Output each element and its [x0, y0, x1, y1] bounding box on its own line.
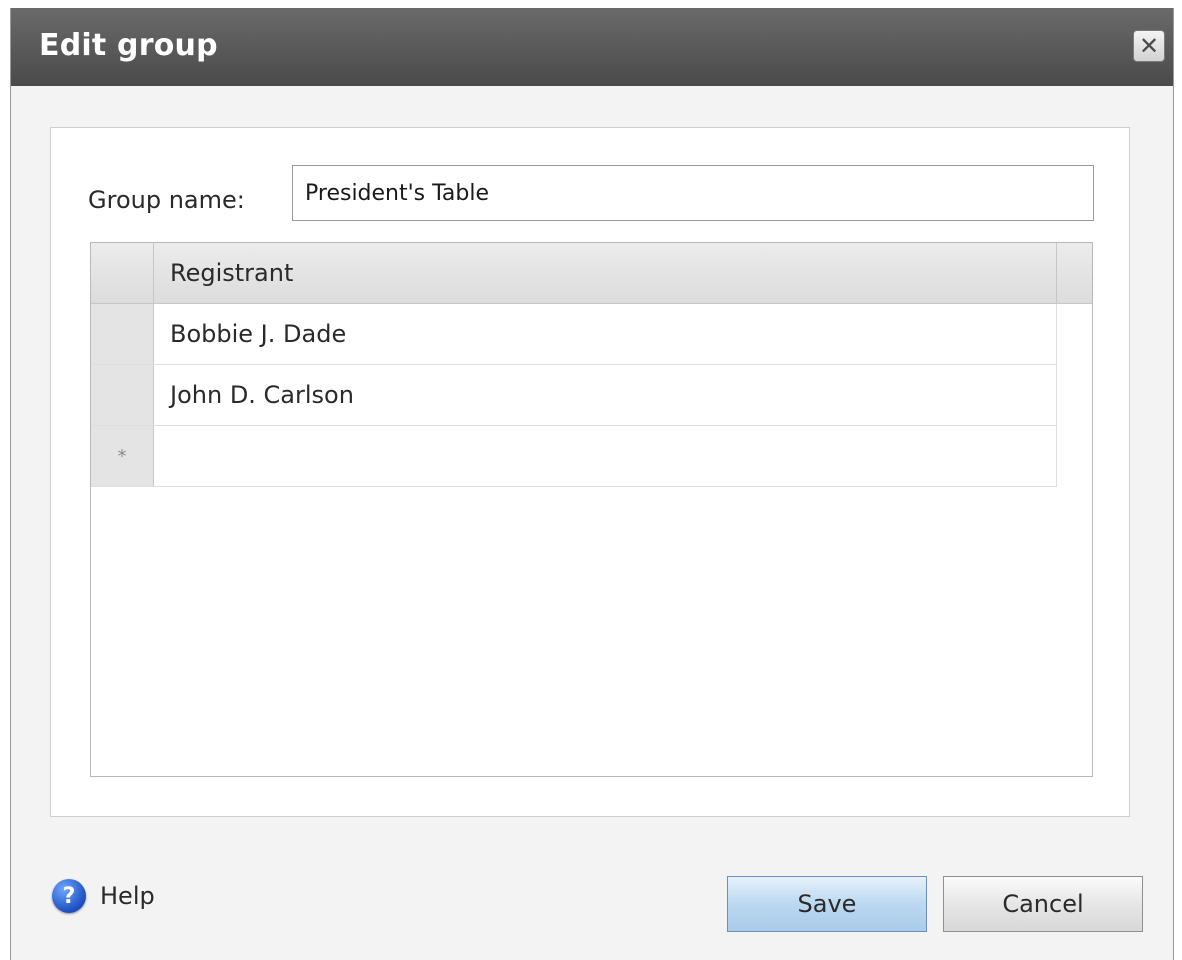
row-selector-header[interactable]: [91, 243, 154, 303]
table-row[interactable]: John D. Carlson: [91, 365, 1057, 426]
group-name-label: Group name:: [88, 186, 245, 214]
dialog-title: Edit group: [39, 28, 218, 63]
registrant-cell[interactable]: John D. Carlson: [154, 365, 1057, 425]
save-button[interactable]: Save: [727, 876, 927, 932]
help-icon: ?: [52, 879, 86, 913]
column-header-registrant[interactable]: Registrant: [154, 243, 1057, 303]
cancel-button[interactable]: Cancel: [943, 876, 1143, 932]
row-selector[interactable]: [91, 304, 154, 364]
group-name-input[interactable]: [292, 165, 1094, 221]
help-label: Help: [100, 882, 155, 910]
header-spacer: [1057, 243, 1093, 303]
close-button[interactable]: ✕: [1133, 30, 1165, 62]
registrant-cell[interactable]: Bobbie J. Dade: [154, 304, 1057, 364]
registrant-cell[interactable]: [154, 426, 1057, 486]
new-row-selector[interactable]: *: [91, 426, 154, 486]
row-selector[interactable]: [91, 365, 154, 425]
title-bar: Edit group ✕: [11, 8, 1173, 86]
close-icon: ✕: [1138, 32, 1160, 60]
grid-header: Registrant: [91, 243, 1092, 304]
new-row[interactable]: *: [91, 426, 1057, 487]
registrant-grid: Registrant Bobbie J. Dade John D. Carlso…: [90, 242, 1093, 777]
help-link[interactable]: ? Help: [52, 878, 155, 914]
table-row[interactable]: Bobbie J. Dade: [91, 304, 1057, 365]
